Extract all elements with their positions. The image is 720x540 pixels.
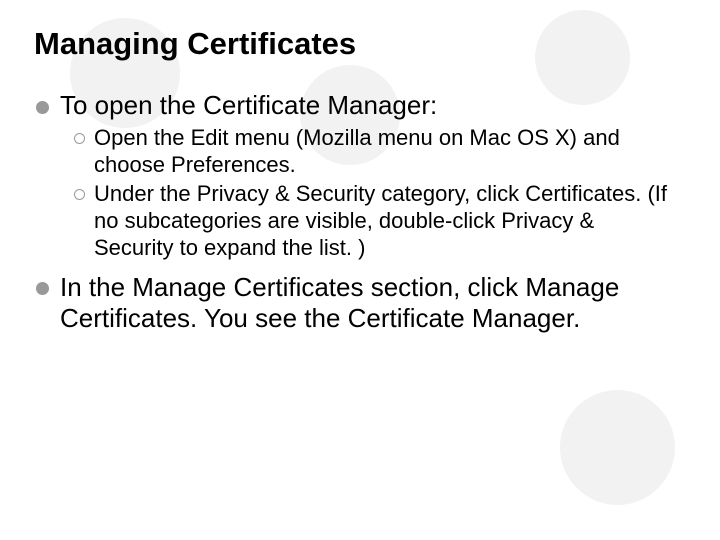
list-item: In the Manage Certificates section, clic… (34, 272, 670, 335)
sub-bullet-list: Open the Edit menu (Mozilla menu on Mac … (60, 125, 670, 261)
list-item: Open the Edit menu (Mozilla menu on Mac … (74, 125, 670, 179)
decorative-circle (560, 390, 675, 505)
bullet-list: To open the Certificate Manager: Open th… (34, 90, 670, 335)
bullet-text: To open the Certificate Manager: (60, 90, 437, 120)
slide-title: Managing Certificates (34, 26, 670, 62)
sub-bullet-text: Under the Privacy & Security category, c… (94, 181, 667, 260)
slide-content: Managing Certificates To open the Certif… (0, 0, 720, 335)
sub-bullet-text: Open the Edit menu (Mozilla menu on Mac … (94, 125, 620, 177)
bullet-text: In the Manage Certificates section, clic… (60, 272, 619, 334)
list-item: Under the Privacy & Security category, c… (74, 181, 670, 261)
list-item: To open the Certificate Manager: Open th… (34, 90, 670, 262)
